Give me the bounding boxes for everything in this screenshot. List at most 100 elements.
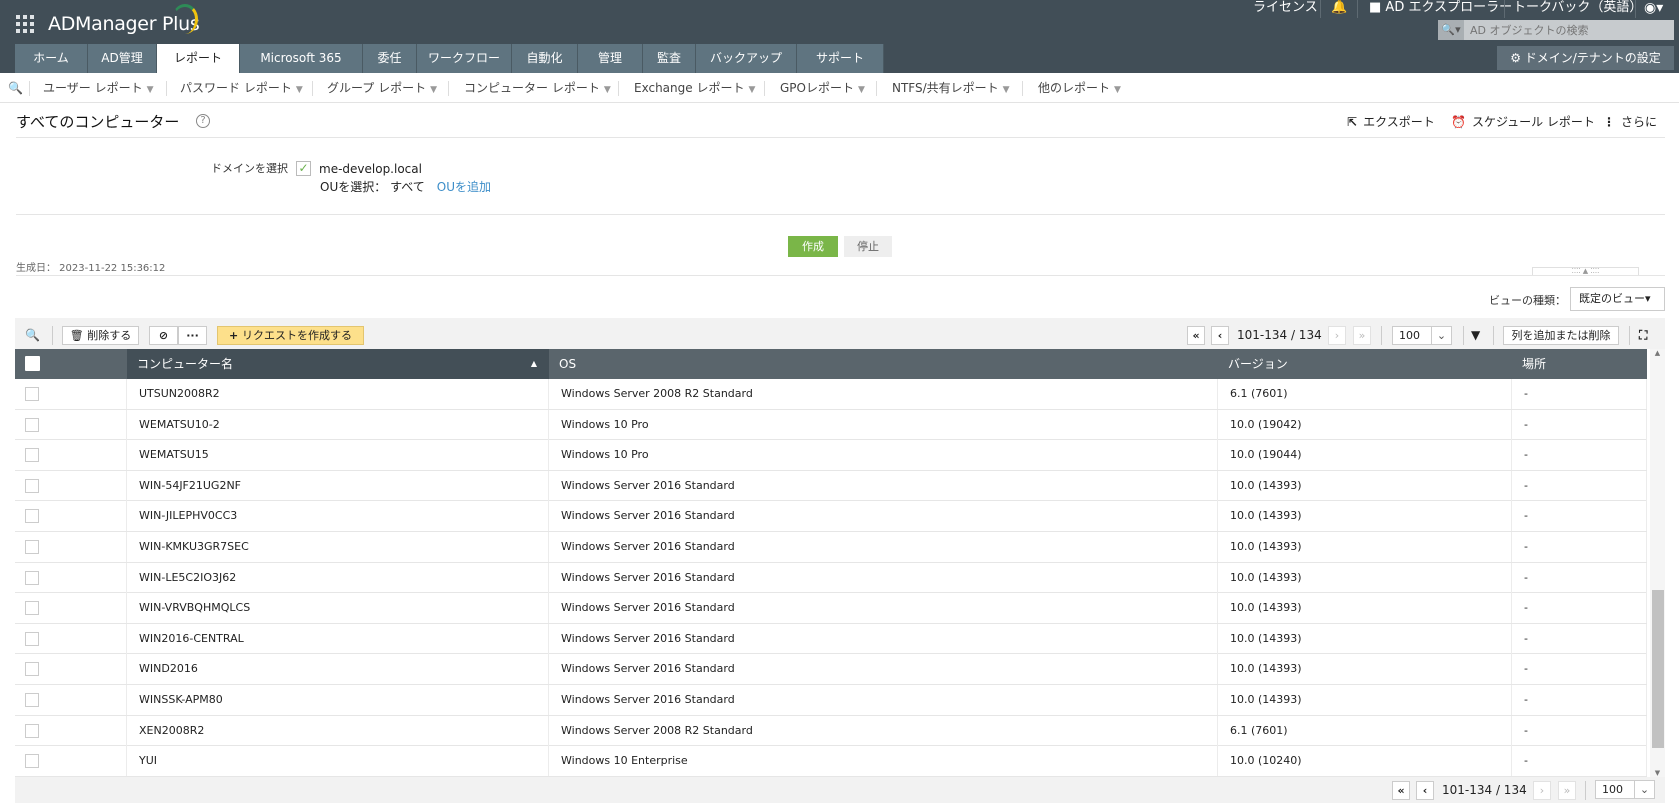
row-checkbox[interactable] bbox=[25, 570, 39, 585]
menu-computer-reports[interactable]: コンピューター レポート ▼ bbox=[464, 73, 611, 103]
tab-support[interactable]: サポート bbox=[797, 44, 884, 73]
scroll-down-icon[interactable]: ▼ bbox=[1650, 769, 1665, 777]
license-link[interactable]: ライセンス bbox=[1253, 0, 1318, 16]
tab-reports[interactable]: レポート bbox=[157, 44, 240, 73]
column-header-location[interactable]: 場所 bbox=[1512, 349, 1647, 379]
row-checkbox[interactable] bbox=[25, 448, 39, 463]
create-button[interactable]: 作成 bbox=[788, 236, 838, 257]
search-input[interactable] bbox=[1464, 20, 1674, 40]
tab-admin[interactable]: 管理 bbox=[578, 44, 643, 73]
row-checkbox[interactable] bbox=[25, 631, 39, 646]
scroll-up-icon[interactable]: ▲ bbox=[1650, 349, 1665, 357]
schedule-report-button[interactable]: ⏰ スケジュール レポート bbox=[1451, 113, 1595, 130]
tab-audit[interactable]: 監査 bbox=[643, 44, 696, 73]
talkback-link[interactable]: トークバック（英語） bbox=[1513, 0, 1642, 16]
bell-icon[interactable]: 🔔 bbox=[1331, 0, 1347, 16]
tab-ad-management[interactable]: AD管理 bbox=[88, 44, 157, 73]
scrollbar-thumb[interactable] bbox=[1652, 590, 1664, 748]
export-button[interactable]: ⇱ エクスポート bbox=[1347, 113, 1435, 130]
user-avatar-icon[interactable]: ◉▾ bbox=[1644, 0, 1663, 16]
row-checkbox[interactable] bbox=[25, 478, 39, 493]
table-row[interactable]: YUI Windows 10 Enterprise 10.0 (10240) - bbox=[15, 746, 1647, 777]
tab-microsoft365[interactable]: Microsoft 365 bbox=[240, 44, 363, 73]
cell-os: Windows Server 2016 Standard bbox=[549, 593, 1218, 624]
next-page-icon[interactable]: › bbox=[1533, 781, 1551, 800]
row-checkbox[interactable] bbox=[25, 754, 39, 769]
row-checkbox[interactable] bbox=[25, 693, 39, 707]
filter-icon[interactable]: ▼ bbox=[1471, 326, 1480, 345]
tab-workflow[interactable]: ワークフロー bbox=[417, 44, 512, 73]
table-row[interactable]: XEN2008R2 Windows Server 2008 R2 Standard… bbox=[15, 715, 1647, 747]
column-header-os[interactable]: OS bbox=[549, 349, 1218, 379]
last-page-icon[interactable]: » bbox=[1558, 781, 1576, 800]
more-actions-icon[interactable]: ··· bbox=[178, 326, 207, 345]
page-title: すべてのコンピューター bbox=[16, 113, 180, 131]
ad-explorer-link[interactable]: ■ AD エクスプローラー bbox=[1369, 0, 1512, 16]
next-page-icon[interactable]: › bbox=[1328, 326, 1346, 345]
row-checkbox[interactable] bbox=[25, 540, 39, 554]
first-page-icon[interactable]: « bbox=[1392, 781, 1410, 800]
table-row[interactable]: WIN-JILEPHV0CC3 Windows Server 2016 Stand… bbox=[15, 501, 1647, 532]
row-checkbox[interactable] bbox=[25, 723, 39, 738]
page-size-select[interactable]: 100 ⌄ bbox=[1595, 780, 1655, 799]
menu-exchange-reports[interactable]: Exchange レポート ▼ bbox=[634, 73, 755, 103]
last-page-icon[interactable]: » bbox=[1353, 326, 1371, 345]
row-checkbox[interactable] bbox=[25, 662, 39, 677]
view-type-select[interactable]: 既定のビュー▾ bbox=[1570, 287, 1665, 311]
table-row[interactable]: WEMATSU15 Windows 10 Pro 10.0 (19044) - bbox=[15, 440, 1647, 471]
disable-icon[interactable]: ⊘ bbox=[149, 326, 178, 345]
first-page-icon[interactable]: « bbox=[1187, 326, 1205, 345]
domain-settings-button[interactable]: ⚙ ドメイン/テナントの設定 bbox=[1497, 46, 1674, 70]
table-row[interactable]: WIN-KMKU3GR7SEC Windows Server 2016 Stand… bbox=[15, 532, 1647, 563]
create-request-button[interactable]: + リクエストを作成する bbox=[217, 326, 364, 345]
row-checkbox[interactable] bbox=[25, 509, 39, 524]
ad-object-search[interactable]: 🔍▾ bbox=[1438, 20, 1674, 40]
add-ou-link[interactable]: OUを追加 bbox=[437, 180, 491, 194]
delete-button[interactable]: 🗑 削除する bbox=[62, 326, 139, 345]
page-size-select[interactable]: 100 ⌄ bbox=[1392, 326, 1452, 345]
table-row[interactable]: WINSSK-APM80 Windows Server 2016 Standard… bbox=[15, 685, 1647, 716]
caret-down-icon: ▼ bbox=[295, 85, 303, 95]
stop-button[interactable]: 停止 bbox=[844, 236, 892, 257]
cell-version: 10.0 (14393) bbox=[1218, 654, 1512, 685]
table-row[interactable]: WIN2016-CENTRAL Windows Server 2016 Stand… bbox=[15, 623, 1647, 655]
table-row[interactable]: UTSUN2008R2 Windows Server 2008 R2 Standa… bbox=[15, 379, 1647, 410]
menu-user-reports[interactable]: ユーザー レポート ▼ bbox=[43, 73, 154, 103]
table-row[interactable]: WIND2016 Windows Server 2016 Standard 10.0… bbox=[15, 654, 1647, 685]
tab-automation[interactable]: 自動化 bbox=[512, 44, 578, 73]
tab-delegation[interactable]: 委任 bbox=[363, 44, 417, 73]
column-header-version[interactable]: バージョン bbox=[1218, 349, 1512, 379]
prev-page-icon[interactable]: ‹ bbox=[1211, 326, 1229, 345]
table-row[interactable]: WIN-VRVBQHMQLCS Windows Server 2016 Stand… bbox=[15, 593, 1647, 624]
generated-date: 生成日： 2023-11-22 15:36:12 bbox=[16, 263, 166, 274]
table-row[interactable]: WIN-LE5C2IO3J62 Windows Server 2016 Stand… bbox=[15, 562, 1647, 594]
fullscreen-icon[interactable]: ⛶ bbox=[1639, 326, 1647, 345]
column-header-computer-name[interactable]: コンピューター名 ▲ bbox=[127, 349, 549, 379]
table-row[interactable]: WIN-54JF21UG2NF Windows Server 2016 Stand… bbox=[15, 470, 1647, 502]
add-remove-columns-button[interactable]: 列を追加または削除 bbox=[1503, 326, 1619, 345]
menu-gpo-reports[interactable]: GPOレポート ▼ bbox=[780, 73, 865, 103]
menu-group-reports[interactable]: グループ レポート ▼ bbox=[327, 73, 437, 103]
tab-home[interactable]: ホーム bbox=[15, 44, 88, 73]
more-button[interactable]: ⋮ さらに bbox=[1603, 113, 1657, 130]
prev-page-icon[interactable]: ‹ bbox=[1416, 781, 1434, 800]
search-icon[interactable]: 🔍▾ bbox=[1438, 20, 1464, 40]
select-all-checkbox[interactable] bbox=[25, 356, 40, 371]
cell-computer-name: WIN-KMKU3GR7SEC bbox=[127, 532, 549, 562]
tab-backup[interactable]: バックアップ bbox=[696, 44, 797, 73]
table-row[interactable]: WEMATSU10-2 Windows 10 Pro 10.0 (19042) - bbox=[15, 409, 1647, 441]
row-checkbox[interactable] bbox=[25, 417, 39, 432]
cell-computer-name: XEN2008R2 bbox=[127, 715, 549, 746]
menu-ntfs-reports[interactable]: NTFS/共有レポート ▼ bbox=[892, 73, 1010, 103]
app-grid-icon[interactable] bbox=[16, 15, 34, 33]
cell-version: 10.0 (10240) bbox=[1218, 746, 1512, 777]
menu-search-icon[interactable]: 🔍 bbox=[8, 73, 23, 103]
collapse-handle[interactable]: ⁚⁚⁚⁚ ▲ ⁚⁚⁚⁚ bbox=[1532, 267, 1639, 275]
domain-checkbox[interactable]: ✓ bbox=[296, 161, 311, 176]
menu-other-reports[interactable]: 他のレポート ▼ bbox=[1038, 73, 1121, 103]
row-checkbox[interactable] bbox=[25, 601, 39, 616]
row-checkbox[interactable] bbox=[25, 387, 39, 401]
help-icon[interactable]: ? bbox=[196, 114, 210, 128]
table-search-icon[interactable]: 🔍 bbox=[25, 326, 40, 345]
menu-password-reports[interactable]: パスワード レポート ▼ bbox=[180, 73, 303, 103]
